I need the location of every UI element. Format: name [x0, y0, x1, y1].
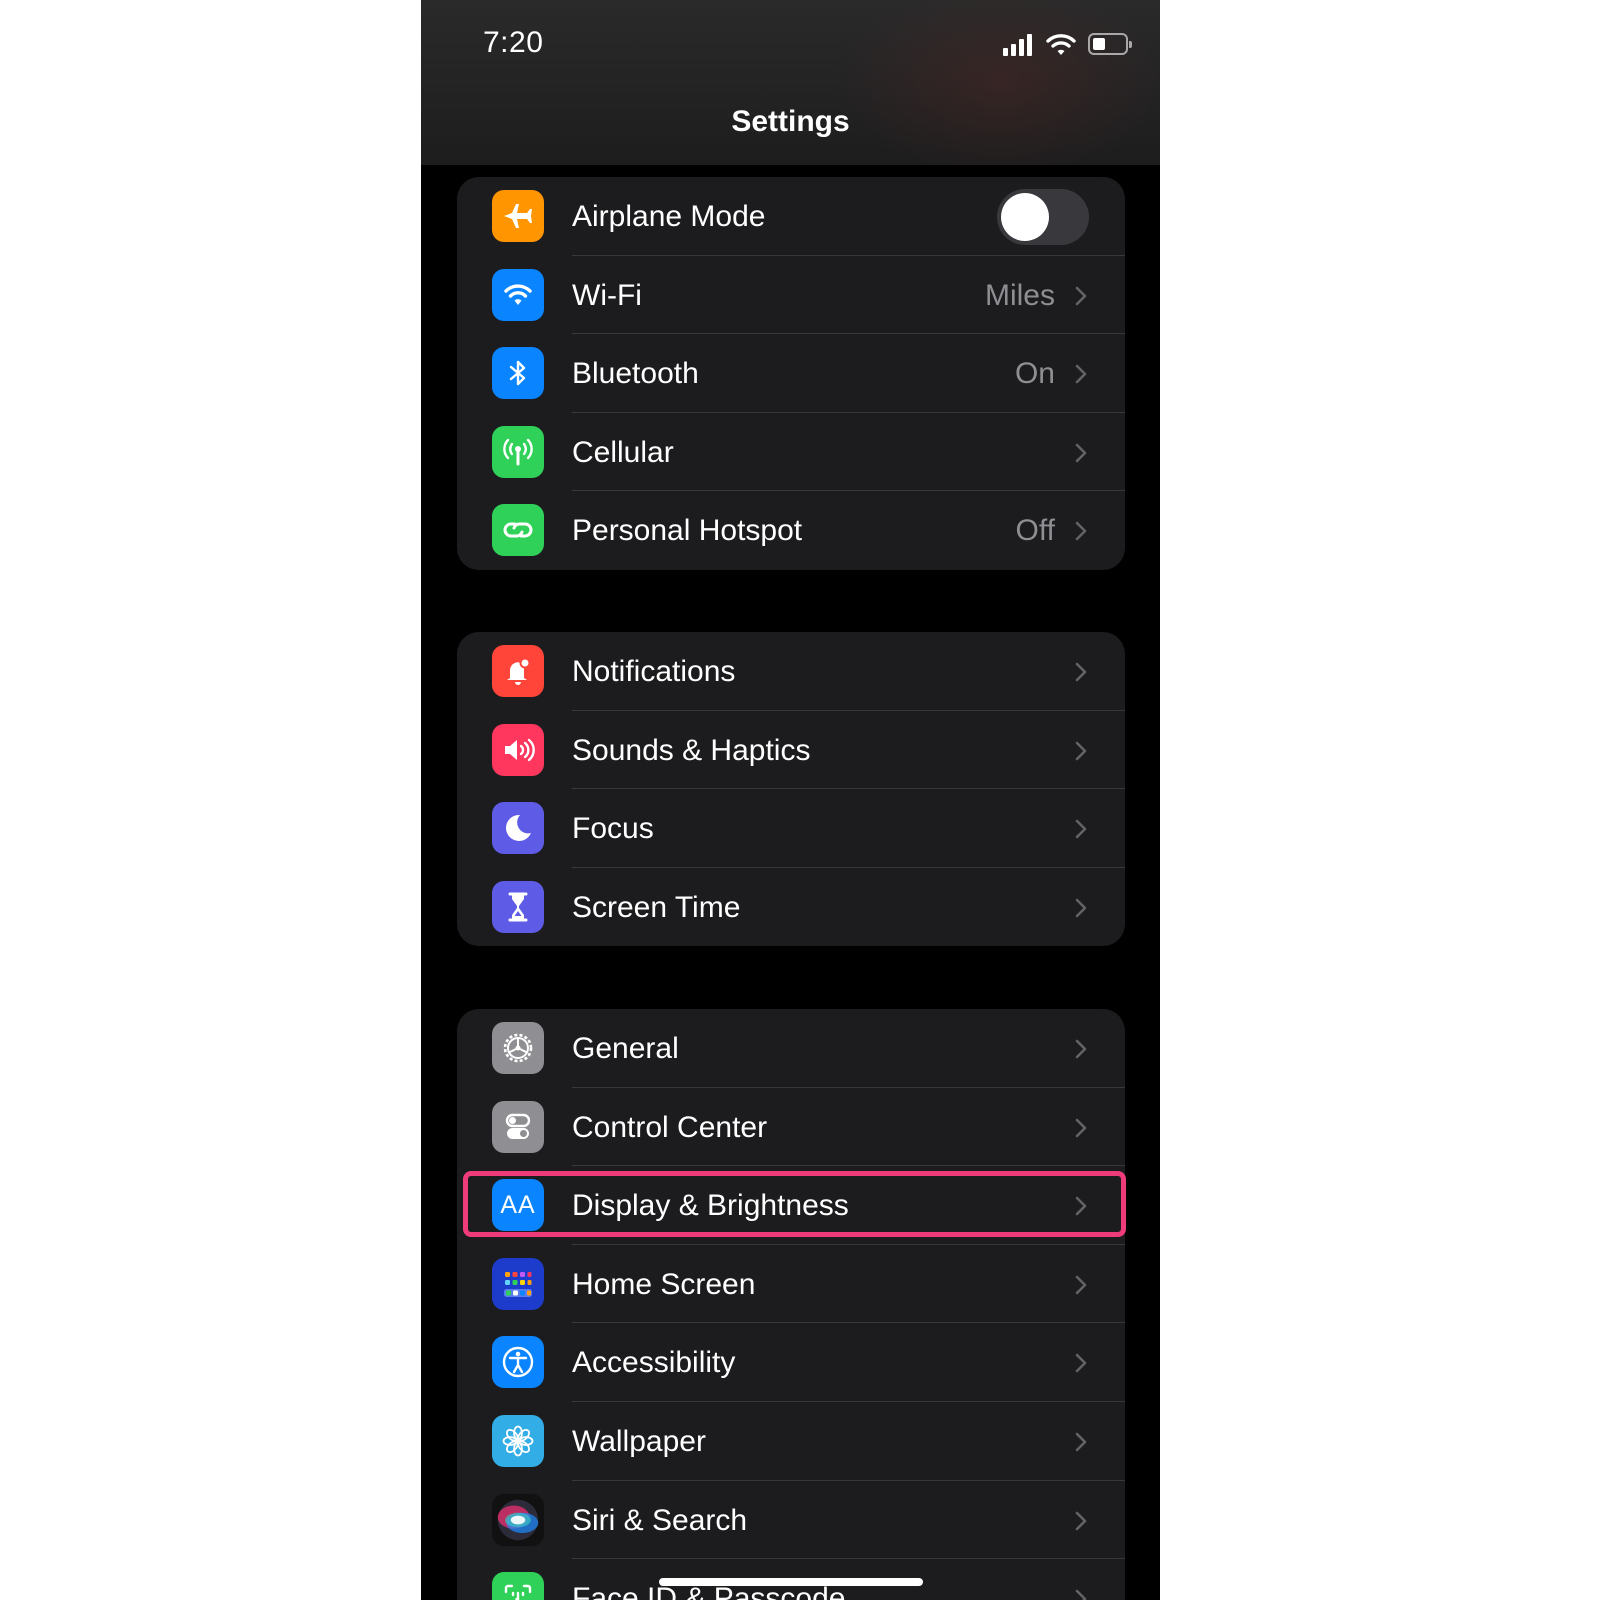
accessibility-icon [492, 1336, 544, 1389]
hotspot-status-value: Off [1015, 514, 1055, 548]
status-icons [1003, 30, 1133, 60]
wifi-network-value: Miles [984, 278, 1055, 312]
chevron-right-icon [1075, 1432, 1087, 1452]
settings-row-display-brightness[interactable]: AA Display & Brightness [457, 1166, 1125, 1245]
settings-row-sounds-haptics[interactable]: Sounds & Haptics [457, 711, 1125, 790]
settings-row-wallpaper[interactable]: Wallpaper [457, 1402, 1125, 1481]
chevron-right-icon [1075, 1354, 1087, 1373]
chevron-right-icon [1075, 522, 1087, 541]
settings-row-screen-time[interactable]: Screen Time [457, 868, 1125, 946]
connectivity-group: Airplane Mode Wi-Fi Miles Bluetooth On C… [457, 177, 1125, 570]
hotspot-link-icon [492, 504, 544, 557]
home-indicator[interactable] [659, 1578, 923, 1586]
settings-row-label: Sounds & Haptics [572, 733, 811, 767]
navigation-header: 7:20 Settings [421, 0, 1160, 165]
chevron-right-icon [1075, 898, 1087, 918]
chevron-right-icon [1075, 741, 1087, 760]
text-size-icon: AA [492, 1179, 544, 1232]
speaker-icon [492, 723, 544, 776]
settings-row-general[interactable]: General [457, 1009, 1125, 1088]
settings-row-label: Control Center [572, 1110, 768, 1144]
settings-row-label: Home Screen [572, 1267, 756, 1301]
text-size-icon-glyph: AA [500, 1190, 536, 1219]
battery-icon [1088, 33, 1128, 55]
chevron-right-icon [1075, 662, 1087, 682]
chevron-right-icon [1075, 1275, 1087, 1295]
settings-row-label: Wi-Fi [572, 278, 642, 312]
settings-row-label: Airplane Mode [572, 200, 766, 233]
settings-row-cellular[interactable]: Cellular [457, 413, 1125, 492]
airplane-icon [492, 190, 544, 242]
hourglass-icon [492, 880, 544, 933]
app-grid-icon [492, 1257, 544, 1310]
settings-row-label: Screen Time [572, 890, 741, 924]
settings-row-focus[interactable]: Focus [457, 789, 1125, 868]
switches-icon [492, 1100, 544, 1153]
settings-row-label: Accessibility [572, 1346, 736, 1380]
flower-icon [492, 1414, 544, 1467]
gear-icon [492, 1022, 544, 1074]
toggle-knob [1001, 193, 1049, 241]
settings-row-label: Display & Brightness [572, 1189, 849, 1223]
phone-screen: 7:20 Settings Airplane Mode Wi-Fi Miles … [421, 0, 1160, 1600]
settings-row-label: Cellular [572, 435, 674, 469]
siri-icon [492, 1493, 544, 1546]
settings-row-notifications[interactable]: Notifications [457, 632, 1125, 711]
bluetooth-status-value: On [1014, 357, 1055, 391]
settings-row-control-center[interactable]: Control Center [457, 1088, 1125, 1167]
face-id-icon [492, 1572, 544, 1600]
wifi-status-icon [1046, 34, 1076, 55]
settings-row-label: General [572, 1032, 679, 1065]
chevron-right-icon [1075, 286, 1087, 305]
settings-row-home-screen[interactable]: Home Screen [457, 1245, 1125, 1324]
settings-row-accessibility[interactable]: Accessibility [457, 1323, 1125, 1402]
settings-row-label: Bluetooth [572, 357, 699, 391]
settings-row-label: Siri & Search [572, 1503, 748, 1537]
chevron-right-icon [1075, 364, 1087, 384]
chevron-right-icon [1075, 1589, 1087, 1600]
bluetooth-icon [492, 347, 544, 400]
bell-icon [492, 645, 544, 697]
chevron-right-icon [1075, 819, 1087, 839]
moon-icon [492, 802, 544, 855]
chevron-right-icon [1075, 1118, 1087, 1137]
notifications-group: Notifications Sounds & Haptics Focus Scr… [457, 632, 1125, 946]
settings-row-wifi[interactable]: Wi-Fi Miles [457, 256, 1125, 335]
general-group: General Control Center AA Display & Brig [457, 1009, 1125, 1600]
chevron-right-icon [1075, 1511, 1087, 1530]
status-time: 7:20 [483, 26, 544, 59]
cellular-signal-icon [1003, 30, 1039, 56]
settings-row-label: Personal Hotspot [572, 514, 803, 548]
chevron-right-icon [1075, 1196, 1087, 1216]
settings-row-personal-hotspot[interactable]: Personal Hotspot Off [457, 491, 1125, 570]
chevron-right-icon [1075, 443, 1087, 463]
airplane-mode-toggle[interactable] [997, 189, 1089, 245]
settings-row-label: Notifications [572, 655, 736, 688]
settings-row-siri-search[interactable]: Siri & Search [457, 1481, 1125, 1560]
settings-row-label: Wallpaper [572, 1424, 706, 1458]
page-title: Settings [731, 105, 850, 138]
settings-row-label: Focus [572, 812, 654, 846]
settings-row-bluetooth[interactable]: Bluetooth On [457, 334, 1125, 413]
antenna-icon [492, 425, 544, 478]
wifi-icon [492, 268, 544, 321]
chevron-right-icon [1075, 1039, 1087, 1059]
settings-row-airplane-mode[interactable]: Airplane Mode [457, 177, 1125, 256]
